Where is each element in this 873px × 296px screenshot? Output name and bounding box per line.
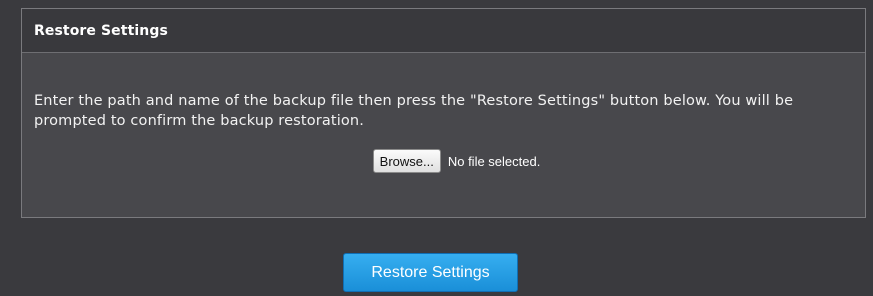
browse-button[interactable]: Browse... (372, 149, 441, 173)
restore-settings-button[interactable]: Restore Settings (343, 253, 518, 292)
panel-title: Restore Settings (34, 22, 168, 39)
file-picker: Browse... No file selected. (34, 149, 855, 173)
instructions-text: Enter the path and name of the backup fi… (34, 93, 794, 129)
panel-header: Restore Settings (22, 9, 865, 53)
restore-settings-panel: Restore Settings Enter the path and name… (21, 8, 866, 218)
panel-body: Enter the path and name of the backup fi… (22, 53, 865, 173)
file-status-text: No file selected. (447, 153, 541, 169)
